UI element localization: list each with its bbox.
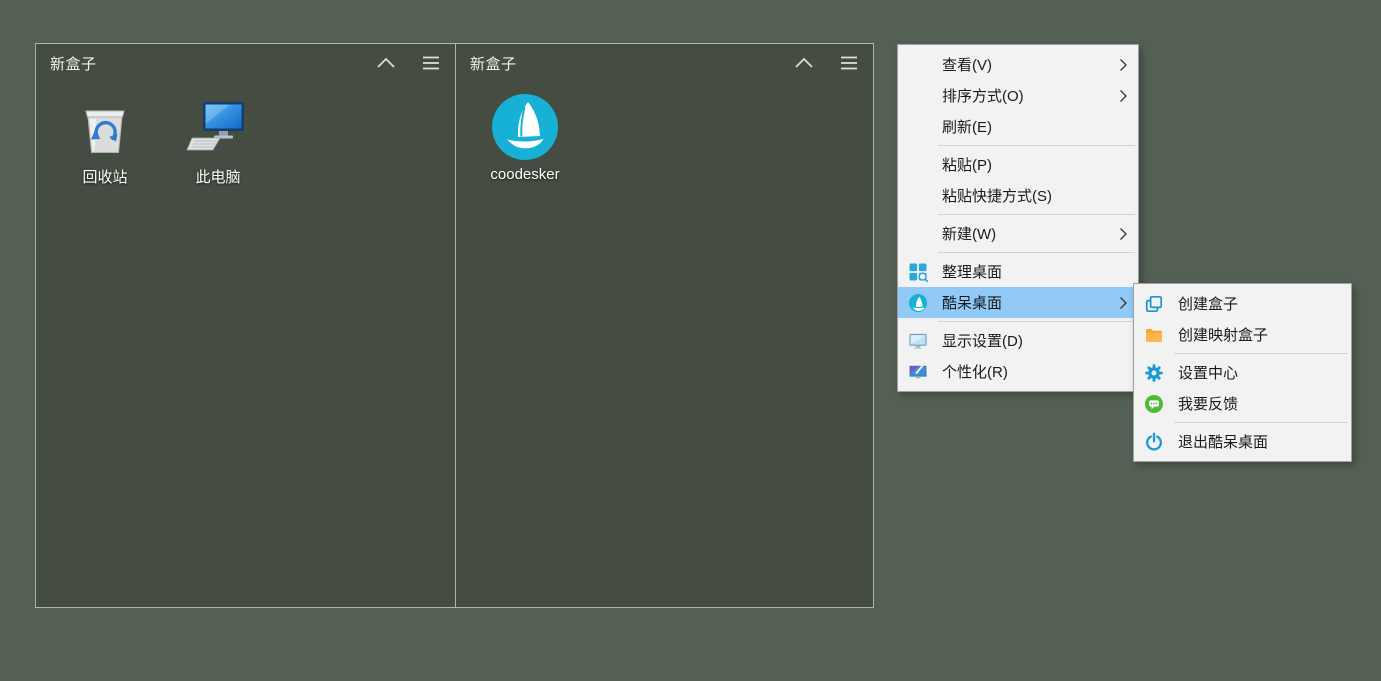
menu-item-personalize[interactable]: 个性化(R) — [898, 356, 1138, 387]
box-header[interactable]: 新盒子 — [36, 44, 455, 82]
box-body: coodesker — [456, 82, 873, 607]
submenu-chevron-icon — [1119, 227, 1128, 241]
desktop-icon-this-pc[interactable]: 此电脑 — [166, 92, 270, 187]
desktop-icon-recycle-bin[interactable]: 回收站 — [53, 92, 157, 187]
menu-separator — [1174, 422, 1348, 423]
collapse-chevron-icon[interactable] — [793, 56, 815, 70]
context-menu: 查看(V) 排序方式(O) 刷新(E) 粘贴(P) 粘贴快捷方式(S) 新建(W… — [897, 44, 1139, 392]
menu-item-label: 新建(W) — [942, 223, 996, 244]
this-pc-icon — [186, 92, 250, 162]
coodesker-icon — [908, 293, 928, 313]
menu-separator — [1174, 353, 1348, 354]
desktop-box-1: 新盒子 回收站 — [35, 43, 456, 608]
menu-item-organize-desktop[interactable]: 整理桌面 — [898, 256, 1138, 287]
menu-item-label: 刷新(E) — [942, 116, 992, 137]
menu-item-label: 显示设置(D) — [942, 330, 1023, 351]
menu-item-refresh[interactable]: 刷新(E) — [898, 111, 1138, 142]
collapse-chevron-icon[interactable] — [375, 56, 397, 70]
submenu-chevron-icon — [1119, 296, 1128, 310]
menu-separator — [938, 252, 1135, 253]
coodesker-icon — [490, 92, 560, 162]
box-menu-icon[interactable] — [421, 54, 441, 72]
menu-item-paste-shortcut[interactable]: 粘贴快捷方式(S) — [898, 180, 1138, 211]
menu-item-label: 个性化(R) — [942, 361, 1008, 382]
menu-item-label: 查看(V) — [942, 54, 992, 75]
box-menu-icon[interactable] — [839, 54, 859, 72]
mapped-folder-icon — [1144, 325, 1164, 345]
menu-item-label: 粘贴快捷方式(S) — [942, 185, 1052, 206]
box-title: 新盒子 — [50, 53, 351, 74]
desktop: 新盒子 回收站 — [0, 0, 1381, 681]
submenu-item-create-box[interactable]: 创建盒子 — [1134, 288, 1351, 319]
submenu-item-settings-center[interactable]: 设置中心 — [1134, 357, 1351, 388]
display-settings-icon — [908, 331, 928, 351]
organize-desktop-icon — [908, 262, 928, 282]
box-body: 回收站 — [36, 82, 455, 607]
coodesker-submenu: 创建盒子 创建映射盒子 — [1133, 283, 1352, 462]
feedback-icon — [1144, 394, 1164, 414]
recycle-bin-icon — [73, 92, 137, 162]
menu-separator — [938, 145, 1135, 146]
menu-item-display-settings[interactable]: 显示设置(D) — [898, 325, 1138, 356]
menu-item-label: 粘贴(P) — [942, 154, 992, 175]
menu-separator — [938, 214, 1135, 215]
menu-item-view[interactable]: 查看(V) — [898, 49, 1138, 80]
menu-item-paste[interactable]: 粘贴(P) — [898, 149, 1138, 180]
menu-item-label: 酷呆桌面 — [942, 292, 1002, 313]
menu-item-label: 整理桌面 — [942, 261, 1002, 282]
desktop-icon-coodesker[interactable]: coodesker — [473, 92, 577, 183]
submenu-item-exit-coodesker[interactable]: 退出酷呆桌面 — [1134, 426, 1351, 457]
icon-label: 回收站 — [82, 166, 127, 187]
create-box-icon — [1144, 294, 1164, 314]
menu-item-label: 创建盒子 — [1178, 293, 1238, 314]
menu-item-sort[interactable]: 排序方式(O) — [898, 80, 1138, 111]
icon-label: coodesker — [490, 166, 559, 183]
menu-item-label: 排序方式(O) — [942, 85, 1024, 106]
icon-label: 此电脑 — [195, 166, 240, 187]
settings-gear-icon — [1144, 363, 1164, 383]
menu-item-label: 设置中心 — [1178, 362, 1238, 383]
menu-item-label: 创建映射盒子 — [1178, 324, 1268, 345]
menu-item-coodesker[interactable]: 酷呆桌面 — [898, 287, 1138, 318]
submenu-item-create-mapped-box[interactable]: 创建映射盒子 — [1134, 319, 1351, 350]
submenu-item-feedback[interactable]: 我要反馈 — [1134, 388, 1351, 419]
power-icon — [1144, 432, 1164, 452]
menu-item-new[interactable]: 新建(W) — [898, 218, 1138, 249]
personalization-icon — [908, 362, 928, 382]
submenu-chevron-icon — [1119, 89, 1128, 103]
submenu-chevron-icon — [1119, 58, 1128, 72]
menu-item-label: 我要反馈 — [1178, 393, 1238, 414]
box-title: 新盒子 — [470, 53, 769, 74]
menu-separator — [938, 321, 1135, 322]
desktop-box-2: 新盒子 coodesker — [455, 43, 874, 608]
box-header[interactable]: 新盒子 — [456, 44, 873, 82]
menu-item-label: 退出酷呆桌面 — [1178, 431, 1268, 452]
